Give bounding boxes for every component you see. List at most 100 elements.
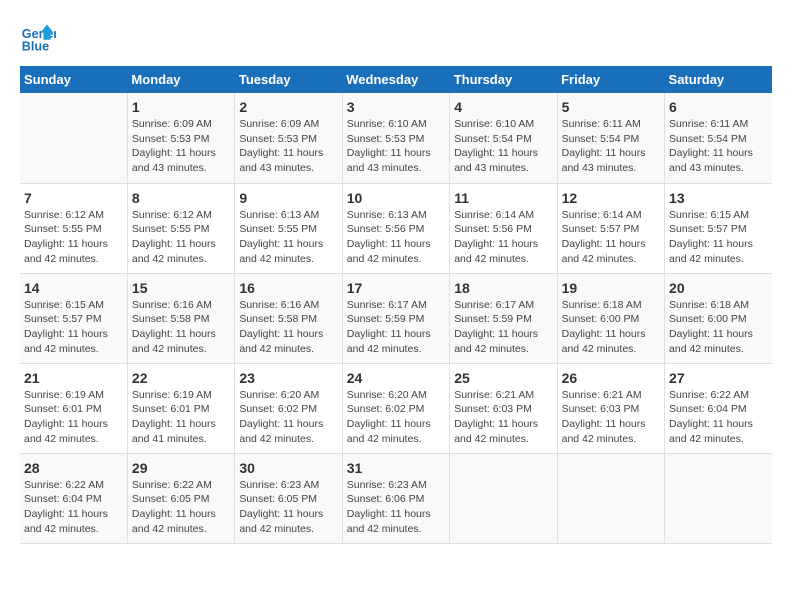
day-number: 5 [562,99,660,115]
calendar-cell: 23Sunrise: 6:20 AMSunset: 6:02 PMDayligh… [235,363,342,453]
day-number: 9 [239,190,337,206]
day-number: 14 [24,280,123,296]
day-info: Sunrise: 6:09 AMSunset: 5:53 PMDaylight:… [132,117,230,176]
weekday-header-wednesday: Wednesday [342,66,449,93]
week-row-1: 1 Sunrise: 6:09 AMSunset: 5:53 PMDaylight… [20,93,772,183]
calendar-cell: 25Sunrise: 6:21 AMSunset: 6:03 PMDayligh… [450,363,557,453]
day-info: Sunrise: 6:12 AMSunset: 5:55 PMDaylight:… [24,208,123,267]
weekday-header-tuesday: Tuesday [235,66,342,93]
day-number: 4 [454,99,552,115]
day-number: 21 [24,370,123,386]
calendar-cell: 9Sunrise: 6:13 AMSunset: 5:55 PMDaylight… [235,183,342,273]
calendar-cell: 2 Sunrise: 6:09 AMSunset: 5:53 PMDaylight… [235,93,342,183]
calendar-cell: 20 Sunrise: 6:18 AMSunset: 6:00 PMDayligh… [665,273,772,363]
calendar-cell: 5 Sunrise: 6:11 AMSunset: 5:54 PMDaylight… [557,93,664,183]
calendar-cell: 1 Sunrise: 6:09 AMSunset: 5:53 PMDaylight… [127,93,234,183]
day-number: 8 [132,190,230,206]
logo-icon: General Blue [20,20,56,56]
calendar-cell: 11 Sunrise: 6:14 AMSunset: 5:56 PMDayligh… [450,183,557,273]
svg-text:Blue: Blue [22,40,49,54]
day-info: Sunrise: 6:15 AMSunset: 5:57 PMDaylight:… [24,298,123,357]
day-info: Sunrise: 6:20 AMSunset: 6:02 PMDaylight:… [239,388,337,447]
weekday-header-thursday: Thursday [450,66,557,93]
week-row-2: 7 Sunrise: 6:12 AMSunset: 5:55 PMDaylight… [20,183,772,273]
day-number: 17 [347,280,445,296]
calendar-cell: 12Sunrise: 6:14 AMSunset: 5:57 PMDayligh… [557,183,664,273]
weekday-header-monday: Monday [127,66,234,93]
weekday-header-friday: Friday [557,66,664,93]
day-number: 26 [562,370,660,386]
day-info: Sunrise: 6:14 AMSunset: 5:56 PMDaylight:… [454,208,552,267]
calendar-cell: 30 Sunrise: 6:23 AMSunset: 6:05 PMDayligh… [235,453,342,543]
day-info: Sunrise: 6:18 AMSunset: 6:00 PMDaylight:… [669,298,768,357]
calendar-cell: 10 Sunrise: 6:13 AMSunset: 5:56 PMDayligh… [342,183,449,273]
day-info: Sunrise: 6:15 AMSunset: 5:57 PMDaylight:… [669,208,768,267]
calendar-cell: 16Sunrise: 6:16 AMSunset: 5:58 PMDayligh… [235,273,342,363]
calendar-cell: 3Sunrise: 6:10 AMSunset: 5:53 PMDaylight… [342,93,449,183]
weekday-header-sunday: Sunday [20,66,127,93]
week-row-5: 28 Sunrise: 6:22 AMSunset: 6:04 PMDayligh… [20,453,772,543]
calendar-cell: 21Sunrise: 6:19 AMSunset: 6:01 PMDayligh… [20,363,127,453]
day-number: 6 [669,99,768,115]
calendar-cell: 13 Sunrise: 6:15 AMSunset: 5:57 PMDayligh… [665,183,772,273]
week-row-4: 21 Sunrise: 6:19 AMSunset: 6:01 PMDayligh… [20,363,772,453]
day-number: 1 [132,99,230,115]
calendar-cell: 8 Sunrise: 6:12 AMSunset: 5:55 PMDaylight… [127,183,234,273]
weekday-header-saturday: Saturday [665,66,772,93]
calendar-cell: 4 Sunrise: 6:10 AMSunset: 5:54 PMDaylight… [450,93,557,183]
day-info: Sunrise: 6:22 AMSunset: 6:05 PMDaylight:… [132,478,230,537]
day-number: 28 [24,460,123,476]
calendar-body: 1 Sunrise: 6:09 AMSunset: 5:53 PMDaylight… [20,93,772,543]
calendar-cell: 18Sunrise: 6:17 AMSunset: 5:59 PMDayligh… [450,273,557,363]
day-number: 24 [347,370,445,386]
calendar-cell: 14 Sunrise: 6:15 AMSunset: 5:57 PMDayligh… [20,273,127,363]
day-number: 2 [239,99,337,115]
day-info: Sunrise: 6:23 AMSunset: 6:06 PMDaylight:… [347,478,445,537]
day-number: 25 [454,370,552,386]
day-number: 15 [132,280,230,296]
calendar-header-row: SundayMondayTuesdayWednesdayThursdayFrid… [20,66,772,93]
day-number: 31 [347,460,445,476]
day-info: Sunrise: 6:20 AMSunset: 6:02 PMDaylight:… [347,388,445,447]
day-number: 16 [239,280,337,296]
calendar-cell: 7 Sunrise: 6:12 AMSunset: 5:55 PMDaylight… [20,183,127,273]
day-number: 10 [347,190,445,206]
calendar-cell: 31 Sunrise: 6:23 AMSunset: 6:06 PMDayligh… [342,453,449,543]
page-header: General Blue [20,20,772,56]
day-info: Sunrise: 6:10 AMSunset: 5:54 PMDaylight:… [454,117,552,176]
calendar-cell [450,453,557,543]
day-info: Sunrise: 6:19 AMSunset: 6:01 PMDaylight:… [132,388,230,447]
day-info: Sunrise: 6:17 AMSunset: 5:59 PMDaylight:… [347,298,445,357]
day-info: Sunrise: 6:23 AMSunset: 6:05 PMDaylight:… [239,478,337,537]
calendar-cell: 29 Sunrise: 6:22 AMSunset: 6:05 PMDayligh… [127,453,234,543]
day-info: Sunrise: 6:22 AMSunset: 6:04 PMDaylight:… [24,478,123,537]
day-number: 27 [669,370,768,386]
day-number: 11 [454,190,552,206]
day-number: 19 [562,280,660,296]
logo: General Blue [20,20,60,56]
calendar-cell: 28 Sunrise: 6:22 AMSunset: 6:04 PMDayligh… [20,453,127,543]
calendar-cell: 15 Sunrise: 6:16 AMSunset: 5:58 PMDayligh… [127,273,234,363]
day-info: Sunrise: 6:13 AMSunset: 5:56 PMDaylight:… [347,208,445,267]
day-number: 20 [669,280,768,296]
day-info: Sunrise: 6:18 AMSunset: 6:00 PMDaylight:… [562,298,660,357]
day-number: 30 [239,460,337,476]
day-number: 18 [454,280,552,296]
day-info: Sunrise: 6:22 AMSunset: 6:04 PMDaylight:… [669,388,768,447]
calendar-cell: 6 Sunrise: 6:11 AMSunset: 5:54 PMDaylight… [665,93,772,183]
day-info: Sunrise: 6:12 AMSunset: 5:55 PMDaylight:… [132,208,230,267]
calendar-cell: 24 Sunrise: 6:20 AMSunset: 6:02 PMDayligh… [342,363,449,453]
calendar-table: SundayMondayTuesdayWednesdayThursdayFrid… [20,66,772,544]
day-number: 7 [24,190,123,206]
day-info: Sunrise: 6:09 AMSunset: 5:53 PMDaylight:… [239,117,337,176]
day-number: 29 [132,460,230,476]
day-info: Sunrise: 6:14 AMSunset: 5:57 PMDaylight:… [562,208,660,267]
day-info: Sunrise: 6:11 AMSunset: 5:54 PMDaylight:… [669,117,768,176]
day-info: Sunrise: 6:11 AMSunset: 5:54 PMDaylight:… [562,117,660,176]
calendar-cell: 27 Sunrise: 6:22 AMSunset: 6:04 PMDayligh… [665,363,772,453]
day-info: Sunrise: 6:16 AMSunset: 5:58 PMDaylight:… [132,298,230,357]
week-row-3: 14 Sunrise: 6:15 AMSunset: 5:57 PMDayligh… [20,273,772,363]
calendar-cell [20,93,127,183]
calendar-cell: 19 Sunrise: 6:18 AMSunset: 6:00 PMDayligh… [557,273,664,363]
day-number: 13 [669,190,768,206]
